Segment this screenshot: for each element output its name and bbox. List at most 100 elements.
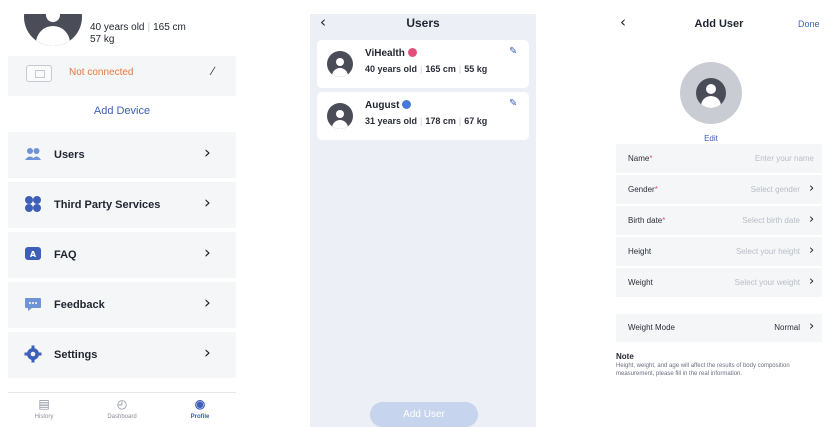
page-title: Users [406,16,440,30]
height-select[interactable]: Select your height [736,247,800,256]
device-status: Not connected [69,67,134,78]
settings-menu: Users › Third Party Services › A FAQ › F… [8,132,236,382]
user-age: 31 years old [365,116,418,126]
tab-bar: ▤ History ◴ Dashboard ◉ Profile [8,392,236,427]
field-label: Weight Mode [628,323,675,332]
pencil-icon[interactable]: ∕ [212,64,214,78]
add-user-screen: ‹ Add User Done Edit Name* Enter your na… [610,14,828,427]
chevron-right-icon: › [809,319,815,334]
user-stats: 31 years old | 178 cm | 67 kg [365,116,488,126]
tab-label: Profile [190,414,210,420]
field-label: Height [628,247,652,256]
field-label: Weight [628,278,653,287]
field-label: Name* [628,154,653,163]
tab-dashboard[interactable]: ◴ Dashboard [92,397,152,420]
tab-label: History [34,414,54,420]
user-name: ViHealth [365,48,405,59]
tab-label: Dashboard [107,414,137,420]
avatar[interactable] [680,62,742,124]
user-card[interactable]: August 31 years old | 178 cm | 67 kg ✎ [317,92,529,140]
menu-item-label: Feedback [54,299,105,311]
menu-item-label: Settings [54,349,98,361]
users-icon [25,148,41,160]
device-row[interactable]: Not connected ∕ [8,56,236,96]
svg-text:A: A [30,250,37,259]
edit-avatar-link[interactable]: Edit [610,134,812,143]
gender-field[interactable]: Gender* Select gender › [616,175,822,206]
tab-history[interactable]: ▤ History [14,397,74,420]
menu-item-feedback[interactable]: Feedback › [8,282,236,332]
menu-item-users[interactable]: Users › [8,132,236,182]
user-name-row: August [365,100,412,111]
avatar [327,103,353,129]
user-card[interactable]: ViHealth 40 years old | 165 cm | 55 kg ✎ [317,40,529,88]
chevron-right-icon: › [204,343,211,363]
chevron-right-icon: › [809,274,815,289]
weight-field[interactable]: Weight Select your weight › [616,268,822,299]
user-age: 40 years old [365,64,418,74]
name-field[interactable]: Name* Enter your name [616,144,822,175]
profile-age: 40 years old [90,22,145,33]
users-screen: ‹ Users ViHealth 40 years old | 165 cm | 55 … [310,14,536,427]
chevron-right-icon: › [204,143,211,163]
profile-height: 165 cm [153,22,186,33]
user-stats: 40 years old | 165 cm | 55 kg [365,64,488,74]
profile-weight: 57 kg [90,34,115,45]
profile-icon: ◉ [194,397,206,411]
height-field[interactable]: Height Select your height › [616,237,822,268]
field-label: Gender* [628,185,658,194]
user-name: August [365,100,400,111]
menu-item-label: Users [54,149,85,161]
birth-date-select[interactable]: Select birth date [742,216,800,225]
tab-profile[interactable]: ◉ Profile [170,397,230,420]
gender-male-icon [402,100,412,109]
user-name-row: ViHealth [365,48,417,59]
gender-female-icon [407,48,417,57]
name-input[interactable]: Enter your name [755,154,814,163]
field-label: Birth date* [628,216,666,225]
menu-item-settings[interactable]: Settings › [8,332,236,382]
user-height: 178 cm [425,116,456,126]
menu-item-faq[interactable]: A FAQ › [8,232,236,282]
menu-item-label: FAQ [54,249,77,261]
pencil-icon[interactable]: ✎ [509,98,517,109]
nav-bar: ‹ Add User Done [610,14,828,34]
weight-mode-value: Normal [774,323,800,332]
user-form: Name* Enter your name Gender* Select gen… [616,144,822,299]
note-text: Height, weight, and age will affect the … [616,363,790,377]
add-device-button[interactable]: Add Device [8,96,236,126]
gender-select[interactable]: Select gender [751,185,800,194]
menu-item-third-party-services[interactable]: Third Party Services › [8,182,236,232]
chevron-right-icon: › [204,293,211,313]
nav-bar: ‹ Users [310,14,536,34]
faq-icon: A [25,247,41,260]
gear-icon [24,345,42,363]
chevron-right-icon: › [204,193,211,213]
chat-icon [25,298,41,311]
birth-date-field[interactable]: Birth date* Select birth date › [616,206,822,237]
weight-mode-field[interactable]: Weight Mode Normal › [616,314,822,342]
avatar[interactable] [24,14,82,46]
user-weight: 55 kg [464,64,488,74]
user-height: 165 cm [425,64,456,74]
pencil-icon[interactable]: ✎ [509,46,517,57]
profile-stats: 40 years old | 165 cm [90,22,186,33]
chevron-right-icon: › [809,181,815,196]
chevron-right-icon: › [204,243,211,263]
weight-select[interactable]: Select your weight [735,278,800,287]
note-title: Note [616,352,634,361]
menu-item-label: Third Party Services [54,199,161,211]
grid-icon [25,196,41,212]
done-button[interactable]: Done [798,19,820,29]
add-user-button[interactable]: Add User [370,402,478,427]
user-weight: 67 kg [464,116,488,126]
history-icon: ▤ [38,397,50,411]
chevron-right-icon: › [809,243,815,258]
profile-header: 40 years old | 165 cm 57 kg [8,14,236,49]
chevron-right-icon: › [809,212,815,227]
profile-screen: 40 years old | 165 cm 57 kg Not connected … [8,14,236,427]
scale-icon [26,65,52,82]
avatar [327,51,353,77]
dashboard-icon: ◴ [116,397,128,411]
page-title: Add User [694,18,744,30]
